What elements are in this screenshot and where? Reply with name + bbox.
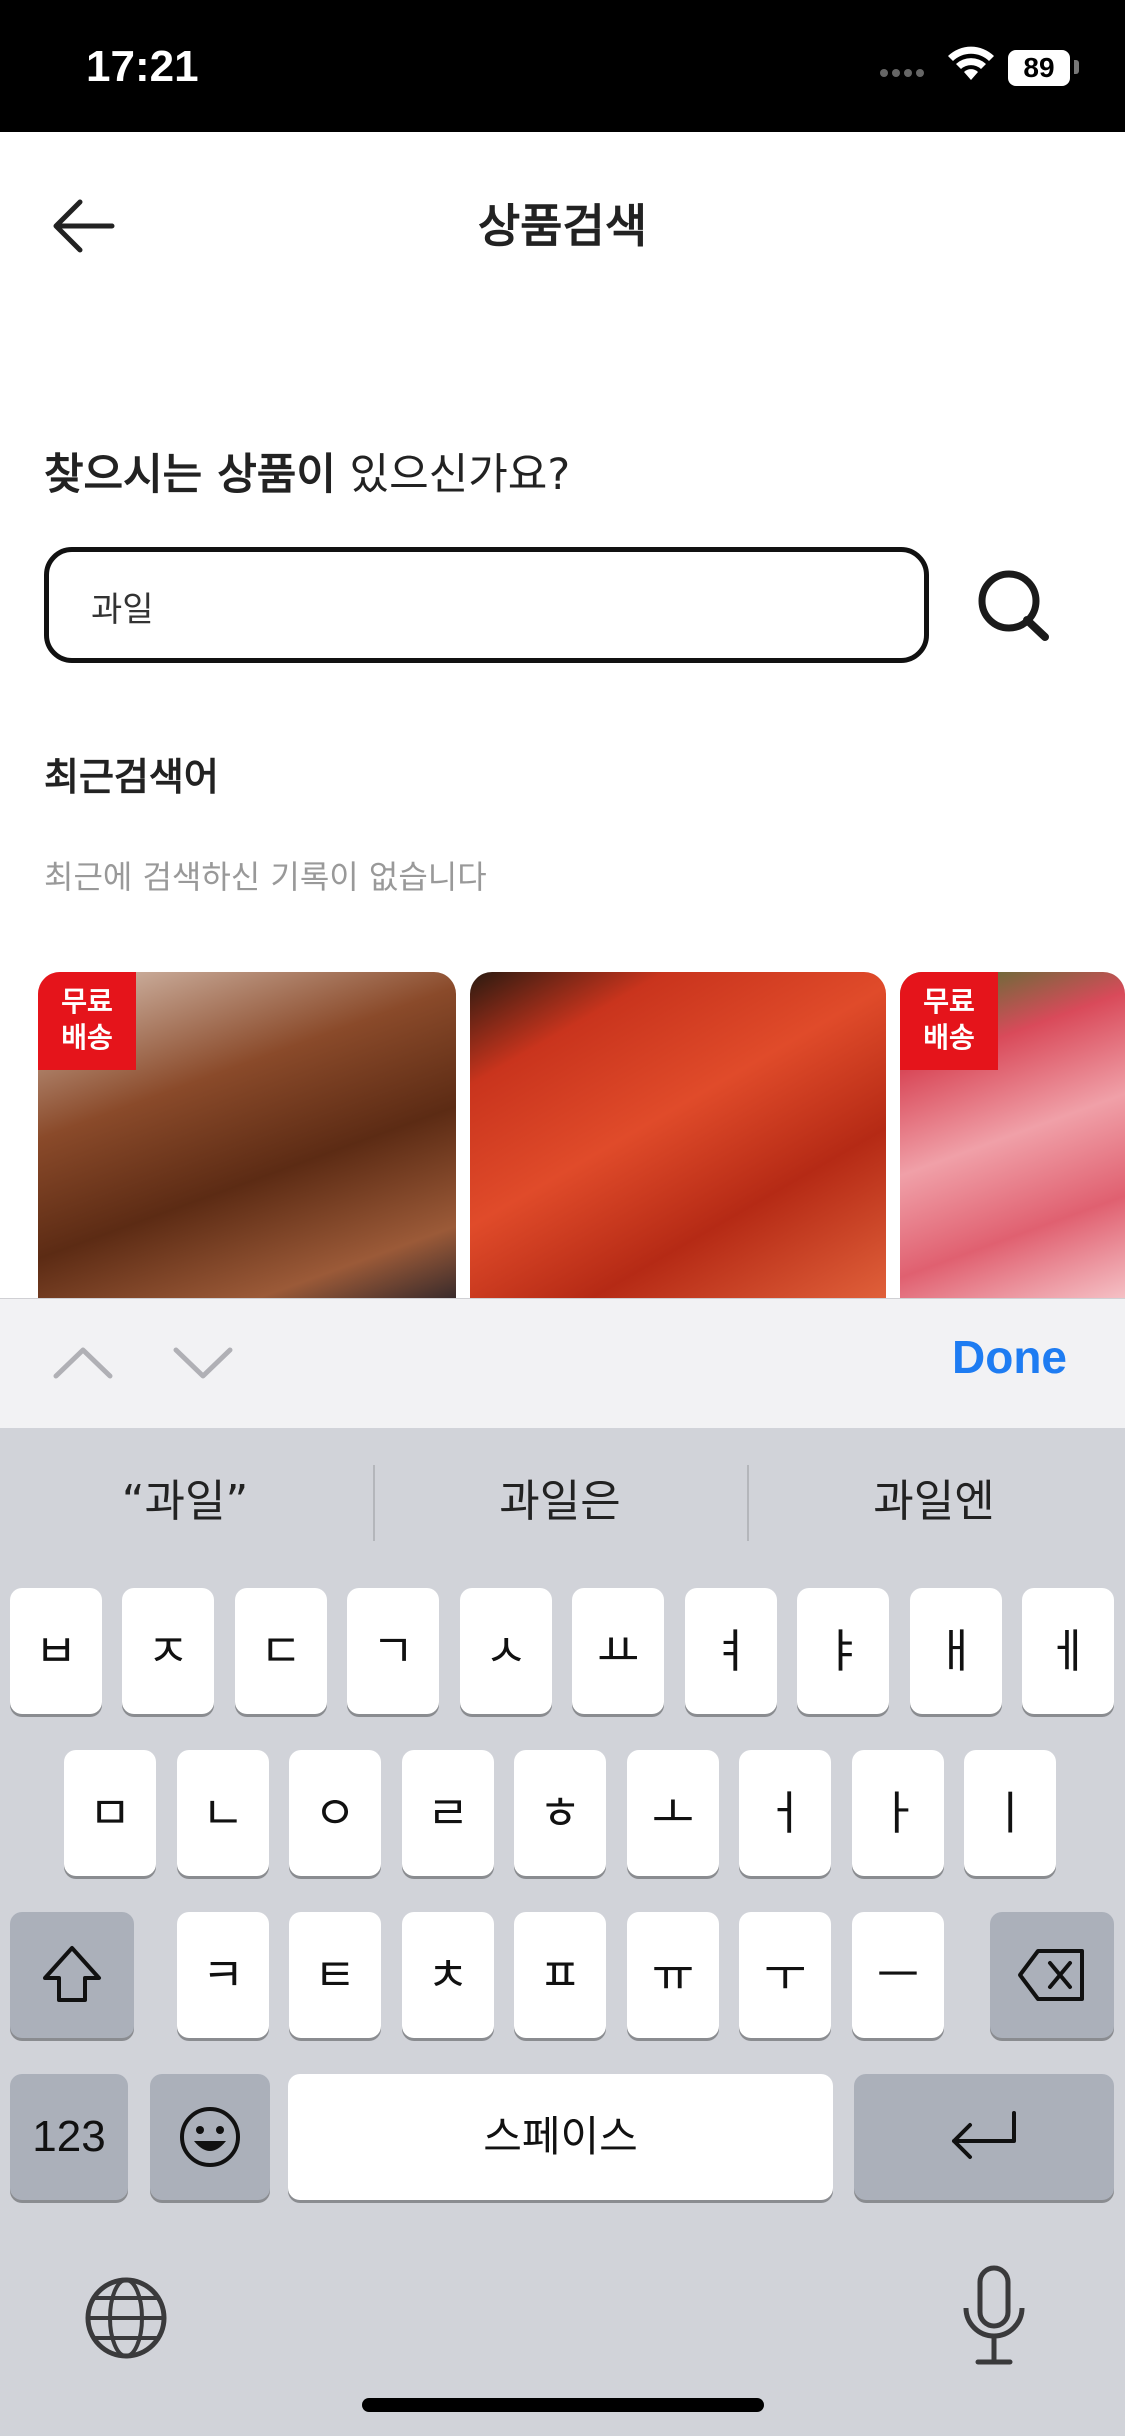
key-k[interactable]: ㅋ — [177, 1912, 269, 2038]
space-key[interactable]: 스페이스 — [288, 2074, 833, 2200]
globe-icon[interactable] — [78, 2270, 174, 2366]
microphone-icon[interactable] — [954, 2262, 1034, 2372]
recent-searches-title: 최근검색어 — [44, 755, 219, 799]
key-ae[interactable]: ㅐ — [910, 1588, 1002, 1714]
key-h[interactable]: ㅎ — [514, 1750, 606, 1876]
shift-icon — [43, 1946, 101, 2002]
back-arrow-icon[interactable] — [48, 190, 120, 262]
key-yu[interactable]: ㅠ — [627, 1912, 719, 2038]
status-time: 17:21 — [86, 42, 199, 91]
suggestion-3[interactable]: 과일엔 — [749, 1465, 1119, 1529]
product-card-kimchi[interactable] — [470, 972, 886, 1298]
free-shipping-badge: 무료 배송 — [38, 972, 136, 1070]
cellular-signal-icon — [880, 62, 928, 81]
key-ng[interactable]: ㅇ — [289, 1750, 381, 1876]
key-eu[interactable]: ㅡ — [852, 1912, 944, 2038]
search-prompt: 찾으시는 상품이 있으신가요? — [44, 450, 571, 500]
search-icon[interactable] — [975, 565, 1055, 645]
emoji-key[interactable] — [150, 2074, 270, 2200]
battery-indicator: 89 — [1008, 50, 1070, 86]
search-input[interactable] — [89, 552, 893, 660]
key-ya[interactable]: ㅑ — [797, 1588, 889, 1714]
key-p[interactable]: ㅍ — [514, 1912, 606, 2038]
product-card-meat[interactable]: 무료 배송 — [900, 972, 1125, 1298]
key-u[interactable]: ㅜ — [739, 1912, 831, 2038]
key-e[interactable]: ㅔ — [1022, 1588, 1114, 1714]
suggestion-2[interactable]: 과일은 — [375, 1465, 745, 1529]
recent-empty-message: 최근에 검색하신 기록이 없습니다 — [44, 858, 487, 896]
key-eo[interactable]: ㅓ — [739, 1750, 831, 1876]
delete-key[interactable] — [990, 1912, 1114, 2038]
wifi-icon — [948, 46, 994, 80]
key-i[interactable]: ㅣ — [964, 1750, 1056, 1876]
key-a[interactable]: ㅏ — [852, 1750, 944, 1876]
numbers-key[interactable]: 123 — [10, 2074, 128, 2200]
backspace-icon — [1018, 1949, 1084, 2001]
key-g[interactable]: ㄱ — [347, 1588, 439, 1714]
product-card-galbi[interactable]: 무료 배송 — [38, 972, 456, 1298]
battery-tip — [1074, 60, 1079, 74]
key-r[interactable]: ㄹ — [402, 1750, 494, 1876]
key-s[interactable]: ㅅ — [460, 1588, 552, 1714]
key-yeo[interactable]: ㅕ — [685, 1588, 777, 1714]
key-ch[interactable]: ㅊ — [402, 1912, 494, 2038]
return-key[interactable] — [854, 2074, 1114, 2200]
emoji-icon — [180, 2107, 240, 2167]
key-m[interactable]: ㅁ — [64, 1750, 156, 1876]
key-yo[interactable]: ㅛ — [572, 1588, 664, 1714]
shift-key[interactable] — [10, 1912, 134, 2038]
done-button[interactable]: Done — [952, 1330, 1067, 1384]
key-n[interactable]: ㄴ — [177, 1750, 269, 1876]
return-icon — [952, 2111, 1016, 2159]
search-box — [44, 547, 929, 663]
free-shipping-badge: 무료 배송 — [900, 972, 998, 1070]
key-d[interactable]: ㄷ — [235, 1588, 327, 1714]
key-j[interactable]: ㅈ — [122, 1588, 214, 1714]
key-t[interactable]: ㅌ — [289, 1912, 381, 2038]
key-o[interactable]: ㅗ — [627, 1750, 719, 1876]
page-title: 상품검색 — [477, 199, 648, 253]
chevron-down-icon[interactable] — [170, 1330, 236, 1396]
home-indicator — [362, 2398, 764, 2412]
suggestion-1[interactable]: “과일” — [0, 1465, 370, 1529]
chevron-up-icon[interactable] — [50, 1330, 116, 1396]
key-b[interactable]: ㅂ — [10, 1588, 102, 1714]
